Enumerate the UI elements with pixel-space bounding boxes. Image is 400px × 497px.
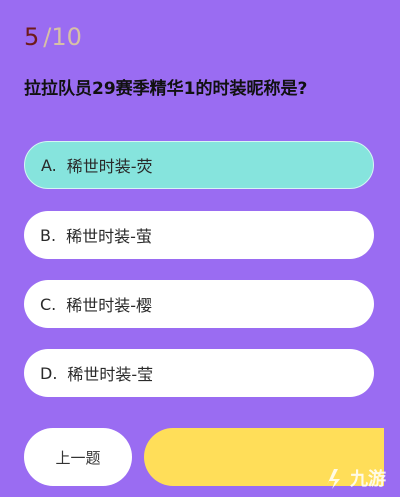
previous-question-label: 上一题 xyxy=(55,448,101,467)
option-b[interactable]: B. 稀世时装-萤 xyxy=(24,211,374,259)
watermark-text: 九游 xyxy=(350,469,386,490)
option-label: 稀世时装-荧 xyxy=(66,157,153,176)
question-progress: 5/10 xyxy=(24,22,82,52)
progress-current: 5 xyxy=(24,23,40,51)
option-a[interactable]: A. 稀世时装-荧 xyxy=(24,141,374,189)
option-letter: A. xyxy=(41,155,57,175)
option-label: 稀世时装-萤 xyxy=(66,227,152,246)
jiuyou-logo-icon xyxy=(321,465,347,491)
option-letter: D. xyxy=(40,363,58,383)
option-c[interactable]: C. 稀世时装-樱 xyxy=(24,280,374,328)
progress-total: /10 xyxy=(43,23,82,51)
option-letter: B. xyxy=(40,225,57,245)
option-label: 稀世时装-莹 xyxy=(67,365,154,384)
jiuyou-watermark: 九游 xyxy=(321,465,386,491)
option-label: 稀世时装-樱 xyxy=(66,296,153,315)
option-letter: C. xyxy=(40,294,57,314)
question-text: 拉拉队员29赛季精华1的时装昵称是? xyxy=(24,79,308,99)
previous-question-button[interactable]: 上一题 xyxy=(24,428,132,486)
option-d[interactable]: D. 稀世时装-莹 xyxy=(24,349,374,397)
